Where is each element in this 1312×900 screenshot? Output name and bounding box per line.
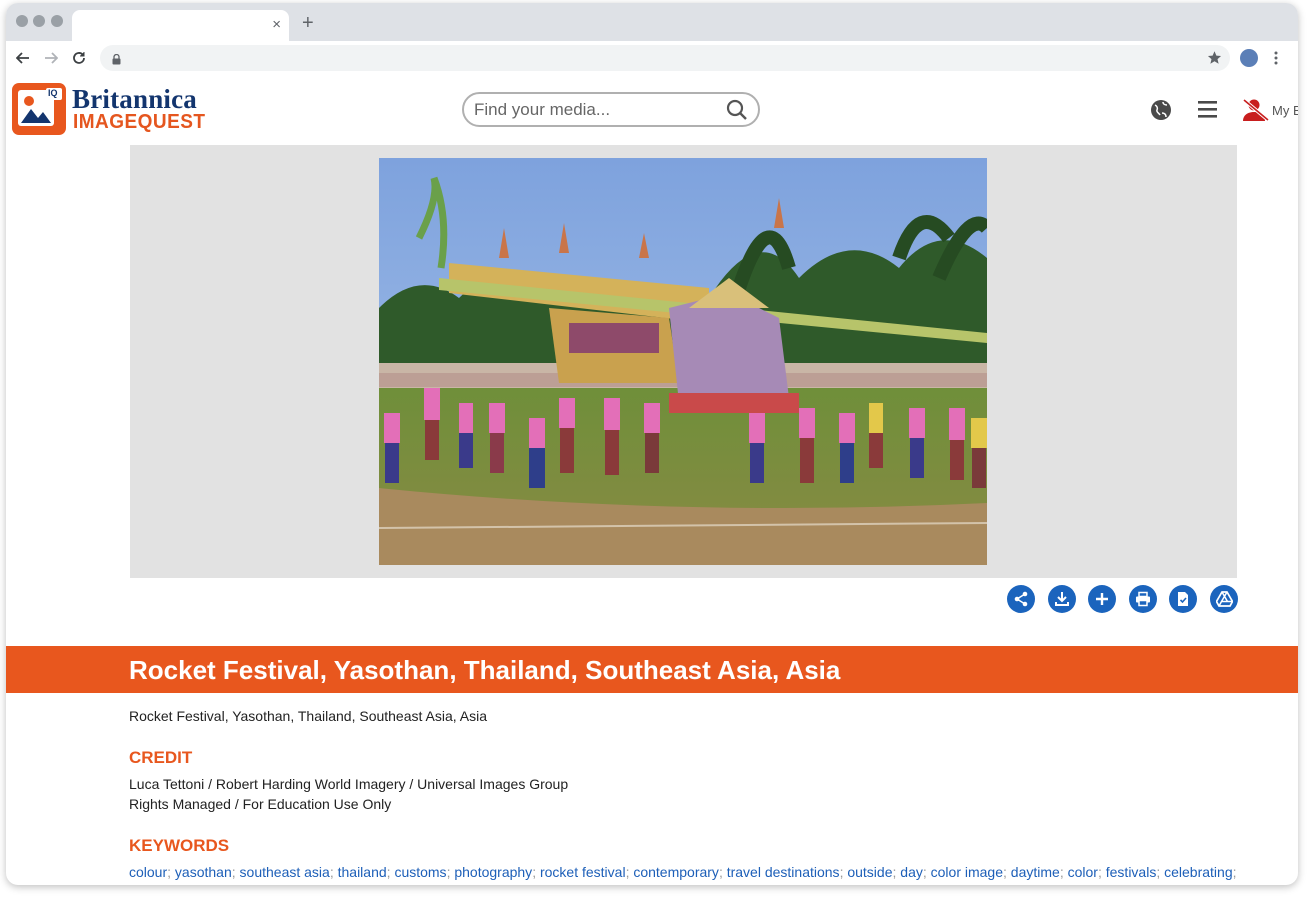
keyword-link[interactable]: contemporary (633, 864, 719, 880)
google-drive-icon (1215, 591, 1233, 607)
user-signed-out-icon[interactable] (1242, 98, 1270, 127)
search-icon[interactable] (726, 99, 748, 126)
page-title: Rocket Festival, Yasothan, Thailand, Sou… (129, 655, 841, 685)
browser-profile-icon[interactable] (1240, 49, 1258, 67)
add-button[interactable] (1088, 585, 1116, 613)
window-close-dot[interactable] (16, 15, 28, 27)
share-button[interactable] (1007, 585, 1035, 613)
back-arrow-icon[interactable] (14, 49, 32, 67)
keyword-link[interactable]: daytime (1011, 864, 1060, 880)
globe-icon[interactable] (1150, 99, 1172, 126)
cite-button[interactable] (1169, 585, 1197, 613)
window-maximize-dot[interactable] (51, 15, 63, 27)
keyword-link[interactable]: customs (394, 864, 446, 880)
keyword-link[interactable]: colour (129, 864, 167, 880)
keyword-link[interactable]: color image (931, 864, 1003, 880)
document-check-icon (1178, 592, 1188, 606)
keyword-link[interactable]: day (900, 864, 923, 880)
image-viewer (130, 145, 1237, 578)
keyword-link[interactable]: thailand (338, 864, 387, 880)
site-header: IQ Britannica IMAGEQUEST My B (6, 75, 1298, 145)
address-bar[interactable] (100, 45, 1230, 71)
download-icon (1055, 592, 1069, 606)
keyword-link[interactable]: southeast asia (240, 864, 330, 880)
keyword-link[interactable]: festivals (1106, 864, 1157, 880)
logo-badge: IQ (48, 88, 58, 98)
google-drive-button[interactable] (1210, 585, 1238, 613)
rocket-festival-photo[interactable] (379, 158, 987, 565)
keyword-link[interactable]: travel destinations (727, 864, 840, 880)
bookmark-star-icon[interactable] (1207, 50, 1222, 70)
lock-icon (112, 52, 121, 70)
share-icon (1014, 591, 1028, 607)
keywords-heading: KEYWORDS (129, 836, 230, 855)
keyword-link[interactable]: color (1068, 864, 1098, 880)
search-box (462, 92, 760, 127)
credit-source: Luca Tettoni / Robert Harding World Imag… (129, 776, 569, 792)
tab-close-icon[interactable]: × (272, 16, 281, 34)
imagequest-logo-icon[interactable] (12, 83, 66, 135)
keyword-link[interactable]: rocket festival (540, 864, 626, 880)
download-button[interactable] (1048, 585, 1076, 613)
printer-icon (1136, 591, 1150, 607)
browser-menu-icon[interactable] (1274, 51, 1278, 70)
keyword-link[interactable]: yasothan (175, 864, 232, 880)
keyword-link[interactable]: celebrating (1164, 864, 1233, 880)
keywords-list: colour; yasothan; southeast asia; thaila… (129, 864, 1237, 880)
window-minimize-dot[interactable] (33, 15, 45, 27)
image-caption: Rocket Festival, Yasothan, Thailand, Sou… (129, 708, 487, 724)
browser-tab[interactable]: × (72, 10, 289, 41)
plus-icon (1096, 593, 1108, 605)
print-button[interactable] (1129, 585, 1157, 613)
credit-heading: CREDIT (129, 748, 193, 767)
hamburger-menu-icon[interactable] (1198, 101, 1217, 123)
account-link[interactable]: My B (1272, 103, 1298, 118)
keyword-link[interactable]: outside (847, 864, 892, 880)
search-input[interactable] (474, 99, 714, 121)
tab-strip: × + (6, 3, 1298, 41)
credit-rights: Rights Managed / For Education Use Only (129, 796, 392, 812)
browser-toolbar (6, 41, 1298, 75)
forward-arrow-icon[interactable] (42, 49, 60, 67)
brand-product: IMAGEQUEST (73, 111, 206, 133)
new-tab-icon[interactable]: + (302, 13, 314, 33)
keyword-link[interactable]: photography (454, 864, 532, 880)
reload-icon[interactable] (70, 49, 88, 67)
browser-window: × + IQ Britannica IMAGEQUEST Find your m… (6, 3, 1298, 885)
title-bar: Rocket Festival, Yasothan, Thailand, Sou… (6, 646, 1298, 693)
